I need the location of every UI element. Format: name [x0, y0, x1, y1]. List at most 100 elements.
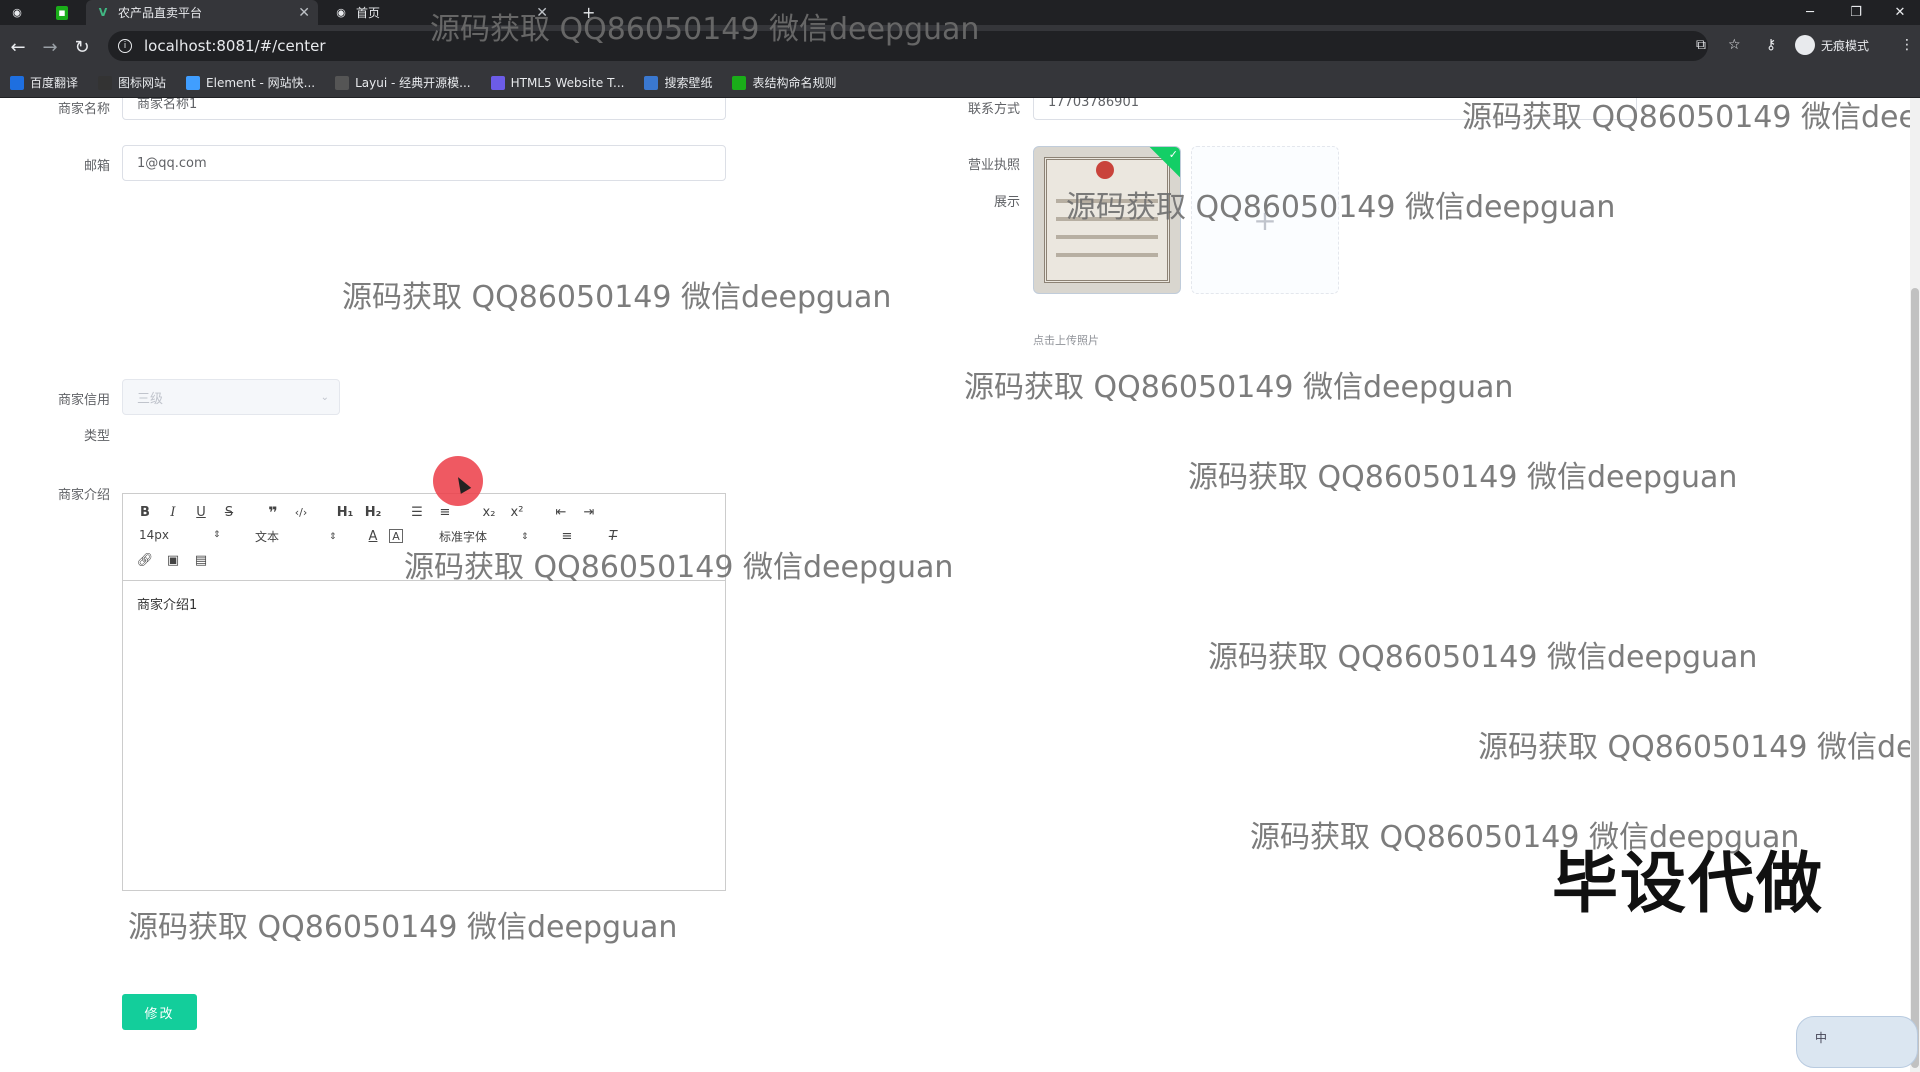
- outdent-icon[interactable]: ⇤: [551, 502, 571, 522]
- url-text: localhost:8081/#/center: [144, 37, 326, 55]
- video-icon[interactable]: ▤: [191, 550, 211, 570]
- bold-icon[interactable]: B: [135, 502, 155, 522]
- bookmark-item[interactable]: 表结构命名规则: [732, 74, 836, 91]
- watermark: 源码获取 QQ86050149 微信deepguan: [1478, 730, 1920, 765]
- star-icon[interactable]: ☆: [1728, 37, 1741, 53]
- bookmark-item[interactable]: Layui - 经典开源模...: [335, 74, 471, 91]
- ordered-list-icon[interactable]: ☰: [407, 502, 427, 522]
- strike-icon[interactable]: S: [219, 502, 239, 522]
- indent-icon[interactable]: ⇥: [579, 502, 599, 522]
- ime-label: 中: [1815, 1031, 1828, 1045]
- email-input[interactable]: 1@qq.com: [122, 145, 726, 181]
- bookmark-label: 表结构命名规则: [752, 76, 837, 90]
- merchant-name-input[interactable]: 商家名称1: [122, 98, 726, 120]
- bookmark-icon: [10, 75, 24, 90]
- tab-title: 农产品直卖平台: [118, 6, 203, 20]
- upload-tip: 点击上传照片: [1033, 334, 1099, 347]
- watermark: 源码获取 QQ86050149 微信deepguan: [1066, 190, 1616, 225]
- header-1-icon[interactable]: H₁: [335, 502, 355, 522]
- tab-title: 首页: [356, 6, 381, 20]
- superscript-icon[interactable]: x²: [507, 502, 527, 522]
- close-icon[interactable]: ✕: [298, 5, 310, 21]
- key-icon[interactable]: ⚷: [1766, 37, 1776, 53]
- app-icon: ▪: [56, 5, 68, 20]
- tab-pinned-1[interactable]: ◉: [0, 0, 46, 25]
- html5-icon: [490, 75, 505, 90]
- bookmark-item[interactable]: 图标网站: [98, 74, 166, 91]
- font-size-select[interactable]: 14px ⇕: [139, 528, 229, 542]
- chevron-down-icon: ⌄: [320, 391, 329, 403]
- tab-pinned-2[interactable]: ▪: [46, 0, 86, 25]
- blockquote-icon[interactable]: ❞: [263, 502, 283, 522]
- flag-icon: [98, 75, 113, 90]
- close-window-icon[interactable]: ✕: [1880, 0, 1920, 25]
- certificate-line: [1056, 235, 1158, 239]
- updown-icon: ⇕: [329, 531, 337, 542]
- credit-select: 三级 ⌄: [122, 379, 340, 415]
- bookmark-label: 百度翻译: [30, 76, 79, 90]
- check-icon: ✓: [1168, 147, 1178, 161]
- forward-icon[interactable]: →: [36, 33, 64, 61]
- background-color-icon[interactable]: A: [389, 529, 403, 543]
- font-color-icon[interactable]: A: [363, 526, 383, 546]
- bookmark-label: Layui - 经典开源模...: [355, 76, 471, 90]
- bookmark-item[interactable]: HTML5 Website T...: [490, 75, 625, 90]
- minimize-icon[interactable]: ─: [1790, 0, 1830, 25]
- contact-label: 联系方式: [967, 102, 1020, 117]
- subscript-icon[interactable]: x₂: [479, 502, 499, 522]
- watermark: 源码获取 QQ86050149 微信deepguan: [342, 280, 892, 315]
- back-icon[interactable]: ←: [4, 33, 32, 61]
- ime-widget[interactable]: 中: [1796, 1016, 1918, 1068]
- header-select-value: 文本: [255, 530, 280, 544]
- image-icon[interactable]: ▣: [163, 550, 183, 570]
- seal-graphic: [1096, 161, 1114, 179]
- bookmark-item[interactable]: 百度翻译: [10, 74, 78, 91]
- code-block-icon[interactable]: ‹/›: [291, 502, 311, 522]
- watermark: 源码获取 QQ86050149 微信deepguan: [404, 550, 954, 585]
- scrollbar-thumb[interactable]: [1911, 288, 1919, 1068]
- certificate-line: [1056, 253, 1158, 257]
- underline-icon[interactable]: U: [191, 502, 211, 522]
- header-2-icon[interactable]: H₂: [363, 502, 383, 522]
- updown-icon: ⇕: [521, 531, 529, 542]
- credit-label: 商家信用: [57, 393, 110, 408]
- wallpaper-icon: [644, 75, 659, 90]
- incognito-icon: [1795, 35, 1815, 55]
- updown-icon: ⇕: [213, 530, 221, 540]
- layui-icon: [335, 75, 350, 90]
- bookmark-label: HTML5 Website T...: [510, 75, 625, 90]
- update-button[interactable]: 修改: [122, 994, 197, 1030]
- translate-icon[interactable]: ⧉: [1696, 37, 1706, 53]
- license-label: 营业执照: [967, 158, 1020, 173]
- bookmark-label: 搜索壁纸: [664, 76, 713, 90]
- restore-icon[interactable]: ❐: [1836, 0, 1876, 25]
- watermark: 源码获取 QQ86050149 微信deepguan: [128, 910, 678, 945]
- watermark: 源码获取 QQ86050149 微信deepguan: [1208, 640, 1758, 675]
- bookmark-label: Element - 网站快...: [206, 76, 316, 90]
- watermark: 源码获取 QQ86050149 微信deepguan: [964, 370, 1514, 405]
- license-label-2: 展示: [993, 195, 1020, 210]
- watermark: 源码获取 QQ86050149 微信deepguan: [1188, 460, 1738, 495]
- merchant-name-label: 商家名称: [57, 102, 110, 117]
- editor-content[interactable]: 商家介绍1: [137, 594, 197, 613]
- email-label: 邮箱: [83, 159, 110, 174]
- tab-active[interactable]: V 农产品直卖平台 ✕: [86, 0, 318, 25]
- bookmark-item[interactable]: Element - 网站快...: [186, 74, 315, 91]
- reload-icon[interactable]: ↻: [68, 33, 96, 61]
- italic-icon[interactable]: I: [163, 502, 183, 522]
- watermark: 源码获取 QQ86050149 微信deepguan: [1462, 100, 1920, 135]
- bookmark-item[interactable]: 搜索壁纸: [644, 74, 712, 91]
- header-select[interactable]: 文本 ⇕: [255, 528, 345, 545]
- page-scrollbar[interactable]: [1910, 98, 1920, 1072]
- table-icon: [732, 75, 747, 90]
- link-icon[interactable]: 🔗︎: [135, 550, 155, 570]
- bookmark-label: 图标网站: [118, 76, 167, 90]
- menu-icon[interactable]: ⋮: [1900, 37, 1914, 53]
- info-icon[interactable]: i: [118, 39, 132, 53]
- credit-label-2: 类型: [83, 429, 110, 444]
- vue-icon: V: [98, 6, 108, 19]
- globe-icon: ◉: [336, 6, 346, 19]
- intro-label: 商家介绍: [57, 488, 110, 503]
- incognito-profile[interactable]: 无痕模式: [1795, 35, 1869, 55]
- globe-icon: ◉: [12, 6, 22, 19]
